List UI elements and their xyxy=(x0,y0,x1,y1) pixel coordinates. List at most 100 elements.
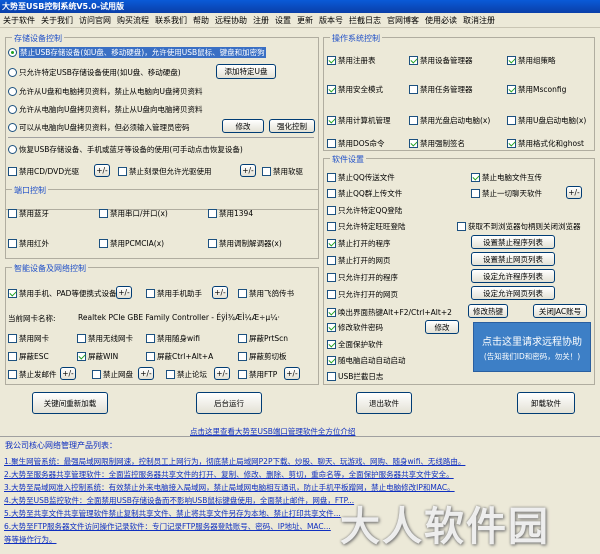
ieee1394-checkbox[interactable]: 禁用1394 xyxy=(208,208,253,219)
checkbox-icon[interactable] xyxy=(8,334,17,343)
checkbox-icon[interactable] xyxy=(238,370,247,379)
checkbox-icon[interactable] xyxy=(238,352,247,361)
intro-line-3[interactable]: 4.大势至USB监控软件：全面禁用USB存储设备而不影响USB鼠标键盘使用，全面… xyxy=(4,495,354,506)
radio-icon[interactable] xyxy=(8,87,17,96)
net-control-checkbox[interactable]: 禁用网卡 xyxy=(8,333,49,344)
intro-line-5[interactable]: 6.大势至FTP服务器文件访问操作记录软件：专门记录FTP服务器登陆账号、密码、… xyxy=(4,521,331,532)
password-checkbox[interactable]: 修改软件密码 xyxy=(327,322,383,333)
checkbox-icon[interactable] xyxy=(327,173,336,182)
force-control-button[interactable]: 强化控制 xyxy=(269,119,315,133)
send-mail-checkbox[interactable]: 禁止发邮件 xyxy=(8,369,57,380)
menu-item-1[interactable]: 关于我们 xyxy=(38,15,76,26)
os-item-9[interactable]: 禁用DOS命令 xyxy=(327,138,384,149)
menu-item-11[interactable]: 拦截日志 xyxy=(346,15,384,26)
allow-web-checkbox[interactable]: 只允许打开的网页 xyxy=(327,289,398,300)
checkbox-icon[interactable] xyxy=(507,56,516,65)
checkbox-icon[interactable] xyxy=(146,352,155,361)
pcmcia-checkbox[interactable]: 禁用PCMCIA(x) xyxy=(99,238,164,249)
usb-log-checkbox[interactable]: USB拦截日志 xyxy=(327,371,383,382)
os-item-8[interactable]: 禁用U盘启动电脑(x) xyxy=(507,115,586,126)
block-program-list-button[interactable]: 设置禁止程序列表 xyxy=(471,235,555,249)
stop-chat-plus-button[interactable]: +/- xyxy=(566,186,582,199)
checkbox-icon[interactable] xyxy=(238,289,247,298)
helper-plus-button[interactable]: +/- xyxy=(212,286,228,299)
wifi-flying-checkbox[interactable]: 禁用飞鸽传书 xyxy=(238,288,294,299)
storage-opt4[interactable]: 允许从电脑向U盘拷贝资料，禁止从U盘向电脑拷贝资料 xyxy=(8,104,202,115)
ftp-checkbox[interactable]: 禁用FTP xyxy=(238,369,277,380)
checkbox-icon[interactable] xyxy=(327,189,336,198)
checkbox-icon[interactable] xyxy=(166,370,175,379)
checkbox-icon[interactable] xyxy=(8,239,17,248)
intro-line-2[interactable]: 3.大势至局域网准入控制系统：有效禁止外来电脑接入局域网，禁止局域网电脑相互通讯… xyxy=(4,482,455,493)
intro-line-4[interactable]: 5.大势至共享文件共享管理软件禁止复制共享文件、禁止将共享文件另存为本地、禁止打… xyxy=(4,508,341,519)
checkbox-icon[interactable] xyxy=(8,209,17,218)
exit-button[interactable]: 退出软件 xyxy=(356,392,412,414)
menu-item-3[interactable]: 购买流程 xyxy=(114,15,152,26)
checkbox-icon[interactable] xyxy=(8,167,17,176)
checkbox-icon[interactable] xyxy=(77,334,86,343)
menu-item-12[interactable]: 官网博客 xyxy=(384,15,422,26)
checkbox-icon[interactable] xyxy=(409,85,418,94)
os-item-0[interactable]: 禁用注册表 xyxy=(327,55,376,66)
checkbox-icon[interactable] xyxy=(8,289,17,298)
allow-ww-checkbox[interactable]: 只允许特定旺旺登陆 xyxy=(327,221,406,232)
os-item-3[interactable]: 禁用安全模式 xyxy=(327,84,383,95)
net-disk-checkbox[interactable]: 禁止网盘 xyxy=(92,369,133,380)
block-web-checkbox[interactable]: 禁止打开的网页 xyxy=(327,255,391,266)
uninstall-button[interactable]: 卸载软件 xyxy=(517,392,575,414)
cd-dvd-checkbox[interactable]: 禁用CD/DVD光驱 xyxy=(8,166,79,177)
burn-checkbox[interactable]: 禁止刻录但允许光驱使用 xyxy=(118,166,212,177)
bluetooth-checkbox[interactable]: 禁用蓝牙 xyxy=(8,208,49,219)
radio-icon[interactable] xyxy=(8,145,17,154)
checkbox-icon[interactable] xyxy=(208,209,217,218)
menu-item-2[interactable]: 访问官网 xyxy=(76,15,114,26)
menu-item-10[interactable]: 版本号 xyxy=(316,15,346,26)
checkbox-icon[interactable] xyxy=(471,189,480,198)
radio-icon[interactable] xyxy=(8,105,17,114)
checkbox-icon[interactable] xyxy=(327,239,336,248)
burn-plus-button[interactable]: +/- xyxy=(240,164,256,177)
checkbox-icon[interactable] xyxy=(327,85,336,94)
storage-opt6[interactable]: 恢复USB存储设备、手机或蓝牙等设备的使用(可手动点击恢复设备) xyxy=(8,144,243,155)
remote-assist-panel[interactable]: 点击这里请求远程协助 (告知我们ID和密码，勿关！) xyxy=(473,322,591,372)
os-item-6[interactable]: 禁用计算机管理 xyxy=(327,115,391,126)
modify-password-button[interactable]: 修改 xyxy=(222,119,264,133)
menu-item-0[interactable]: 关于软件 xyxy=(0,15,38,26)
storage-opt5[interactable]: 可以从电脑向U盘拷贝资料，但必须输入管理员密码 xyxy=(8,122,190,133)
checkbox-icon[interactable] xyxy=(118,167,127,176)
block-web-list-button[interactable]: 设置禁止网页列表 xyxy=(471,252,555,266)
intro-line-1[interactable]: 2.大势至服务器共享管理软件：全面监控服务器共享文件的打开、复制、修改、删除、剪… xyxy=(4,469,454,480)
checkbox-icon[interactable] xyxy=(262,167,271,176)
menu-item-5[interactable]: 帮助 xyxy=(190,15,212,26)
checkbox-icon[interactable] xyxy=(92,370,101,379)
os-item-1[interactable]: 禁用设备管理器 xyxy=(409,55,473,66)
checkbox-icon[interactable] xyxy=(77,352,86,361)
checkbox-icon[interactable] xyxy=(99,239,108,248)
protect-checkbox[interactable]: 全面保护软件 xyxy=(327,339,383,350)
clipboard-checkbox[interactable]: 屏蔽剪切板 xyxy=(238,351,287,362)
modify-software-password-button[interactable]: 修改 xyxy=(425,320,459,334)
checkbox-icon[interactable] xyxy=(327,290,336,299)
modify-hotkey-button[interactable]: 修改热键 xyxy=(468,304,508,318)
background-run-button[interactable]: 后台运行 xyxy=(196,392,262,414)
qq-transfer-checkbox[interactable]: 禁止QQ传送文件 xyxy=(327,172,395,183)
file-transfer-checkbox[interactable]: 禁止电脑文件互传 xyxy=(471,172,542,183)
phone-checkbox[interactable]: 禁用手机、PAD等便携式设备 xyxy=(8,288,116,299)
qq-upload-checkbox[interactable]: 禁止QQ群上传文件 xyxy=(327,188,402,199)
os-item-5[interactable]: 禁用Msconfig xyxy=(507,84,566,95)
infrared-checkbox[interactable]: 禁用红外 xyxy=(8,238,49,249)
wifi-stick-checkbox[interactable]: 禁用随身wifi xyxy=(146,333,200,344)
storage-opt3[interactable]: 允许从U盘和电脑拷贝资料，禁止从电脑向U盘拷贝资料 xyxy=(8,86,202,97)
reload-button[interactable]: 关键间重新加载 xyxy=(32,392,108,414)
net-disk-plus-button[interactable]: +/- xyxy=(138,367,154,380)
checkbox-icon[interactable] xyxy=(327,256,336,265)
forum-plus-button[interactable]: +/- xyxy=(214,367,230,380)
checkbox-icon[interactable] xyxy=(409,116,418,125)
esc-checkbox[interactable]: 屏蔽ESC xyxy=(8,351,49,362)
checkbox-icon[interactable] xyxy=(8,370,17,379)
wireless-nic-checkbox[interactable]: 禁用无线网卡 xyxy=(77,333,133,344)
checkbox-icon[interactable] xyxy=(409,56,418,65)
menu-item-9[interactable]: 更新 xyxy=(294,15,316,26)
checkbox-icon[interactable] xyxy=(327,323,336,332)
os-item-4[interactable]: 禁用任务管理器 xyxy=(409,84,473,95)
